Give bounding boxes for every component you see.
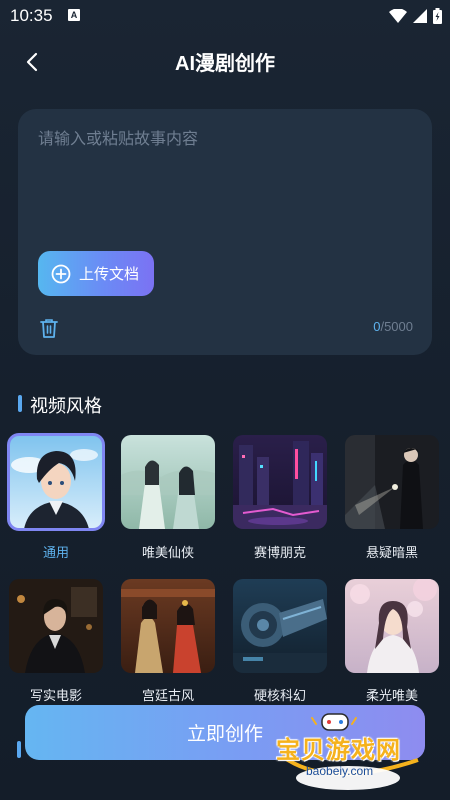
plus-circle-icon xyxy=(51,264,71,283)
status-time: 10:35 xyxy=(10,6,53,25)
watermark-site: baobeiy.com xyxy=(306,764,374,778)
status-icons xyxy=(389,6,442,26)
style-label-realistic-film: 写实电影 xyxy=(29,689,82,704)
style-card-cyberpunk[interactable] xyxy=(233,435,327,529)
story-input-card[interactable]: 请输入或粘贴故事内容 上传文档 0/5000 xyxy=(18,109,432,355)
character-count-max: /5000 xyxy=(380,319,413,334)
style-card-realistic-film[interactable] xyxy=(9,579,103,673)
xianxia-style-thumbnail xyxy=(121,435,215,529)
style-label-cyberpunk: 赛博朋克 xyxy=(253,546,306,561)
style-label-xianxia: 唯美仙侠 xyxy=(141,546,194,561)
character-counter: 0/5000 xyxy=(373,319,413,334)
wifi-icon xyxy=(389,9,407,23)
status-bar: 10:35 A xyxy=(0,0,450,32)
style-label-general: 通用 xyxy=(42,546,69,561)
hardcore-scifi-style-thumbnail xyxy=(233,579,327,673)
style-card-palace[interactable] xyxy=(121,579,215,673)
style-label-dark-mystery: 悬疑暗黑 xyxy=(365,546,418,561)
soft-light-style-thumbnail xyxy=(345,579,439,673)
realistic-film-style-thumbnail xyxy=(9,579,103,673)
style-card-soft-light[interactable] xyxy=(345,579,439,673)
upload-document-label: 上传文档 xyxy=(79,265,140,283)
notification-icon: A xyxy=(68,9,80,21)
battery-icon xyxy=(433,8,442,24)
style-label-hardcore-scifi: 硬核科幻 xyxy=(253,689,306,704)
watermark: 宝贝游戏网 baobeiy.com xyxy=(268,712,440,792)
trash-icon[interactable] xyxy=(40,318,58,338)
create-now-label: 立即创作 xyxy=(186,723,263,745)
story-input[interactable]: 请输入或粘贴故事内容 xyxy=(38,125,198,149)
style-card-hardcore-scifi[interactable] xyxy=(233,579,327,673)
style-card-dark-mystery[interactable] xyxy=(345,435,439,529)
upload-document-button[interactable]: 上传文档 xyxy=(38,251,154,296)
style-card-xianxia[interactable] xyxy=(121,435,215,529)
video-style-title: 视频风格 xyxy=(30,396,102,417)
general-style-thumbnail xyxy=(9,435,103,529)
section-marker xyxy=(18,395,22,412)
palace-style-thumbnail xyxy=(121,579,215,673)
style-label-soft-light: 柔光唯美 xyxy=(365,689,418,704)
dark-mystery-style-thumbnail xyxy=(345,435,439,529)
watermark-text: 宝贝游戏网 xyxy=(276,736,401,764)
signal-icon xyxy=(413,9,427,23)
section-marker-bottom xyxy=(17,741,21,758)
cyberpunk-style-thumbnail xyxy=(233,435,327,529)
page-title: AI漫剧创作 xyxy=(175,53,275,75)
style-card-general[interactable] xyxy=(7,433,105,531)
app-screen: 10:35 A AI漫剧创作 请输入或粘贴故事内容 上传文档 0/5000 视频… xyxy=(0,0,450,800)
style-label-palace: 宫廷古风 xyxy=(141,689,194,704)
